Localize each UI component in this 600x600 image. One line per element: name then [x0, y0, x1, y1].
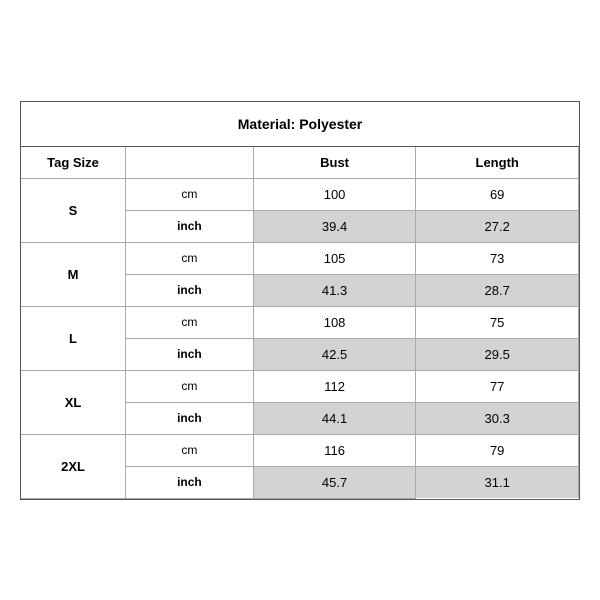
table-row: Mcm10573 — [21, 242, 579, 274]
header-unit — [126, 147, 254, 179]
bust-cm: 112 — [253, 370, 416, 402]
unit-cm: cm — [126, 306, 254, 338]
unit-cm: cm — [126, 178, 254, 210]
bust-inch: 41.3 — [253, 274, 416, 306]
bust-cm: 100 — [253, 178, 416, 210]
table-row: Scm10069 — [21, 178, 579, 210]
bust-inch: 45.7 — [253, 466, 416, 498]
size-label: M — [21, 242, 126, 306]
table-row: XLcm11277 — [21, 370, 579, 402]
header-tag-size: Tag Size — [21, 147, 126, 179]
unit-inch: inch — [126, 210, 254, 242]
bust-inch: 42.5 — [253, 338, 416, 370]
unit-inch: inch — [126, 466, 254, 498]
bust-cm: 105 — [253, 242, 416, 274]
length-cm: 73 — [416, 242, 579, 274]
length-inch: 31.1 — [416, 466, 579, 498]
length-cm: 69 — [416, 178, 579, 210]
unit-inch: inch — [126, 274, 254, 306]
unit-inch: inch — [126, 402, 254, 434]
unit-cm: cm — [126, 370, 254, 402]
bust-cm: 116 — [253, 434, 416, 466]
size-label: XL — [21, 370, 126, 434]
size-label: 2XL — [21, 434, 126, 498]
table-row: 2XLcm11679 — [21, 434, 579, 466]
chart-title: Material: Polyester — [21, 102, 579, 147]
size-label: L — [21, 306, 126, 370]
bust-inch: 39.4 — [253, 210, 416, 242]
length-inch: 28.7 — [416, 274, 579, 306]
length-cm: 79 — [416, 434, 579, 466]
table-row: Lcm10875 — [21, 306, 579, 338]
unit-cm: cm — [126, 242, 254, 274]
unit-cm: cm — [126, 434, 254, 466]
length-inch: 29.5 — [416, 338, 579, 370]
size-table: Tag Size Bust Length Scm10069inch39.427.… — [21, 147, 579, 499]
length-inch: 27.2 — [416, 210, 579, 242]
bust-inch: 44.1 — [253, 402, 416, 434]
header-bust: Bust — [253, 147, 416, 179]
length-cm: 75 — [416, 306, 579, 338]
header-length: Length — [416, 147, 579, 179]
size-label: S — [21, 178, 126, 242]
bust-cm: 108 — [253, 306, 416, 338]
size-chart-container: Material: Polyester Tag Size Bust Length… — [20, 101, 580, 500]
length-cm: 77 — [416, 370, 579, 402]
length-inch: 30.3 — [416, 402, 579, 434]
unit-inch: inch — [126, 338, 254, 370]
